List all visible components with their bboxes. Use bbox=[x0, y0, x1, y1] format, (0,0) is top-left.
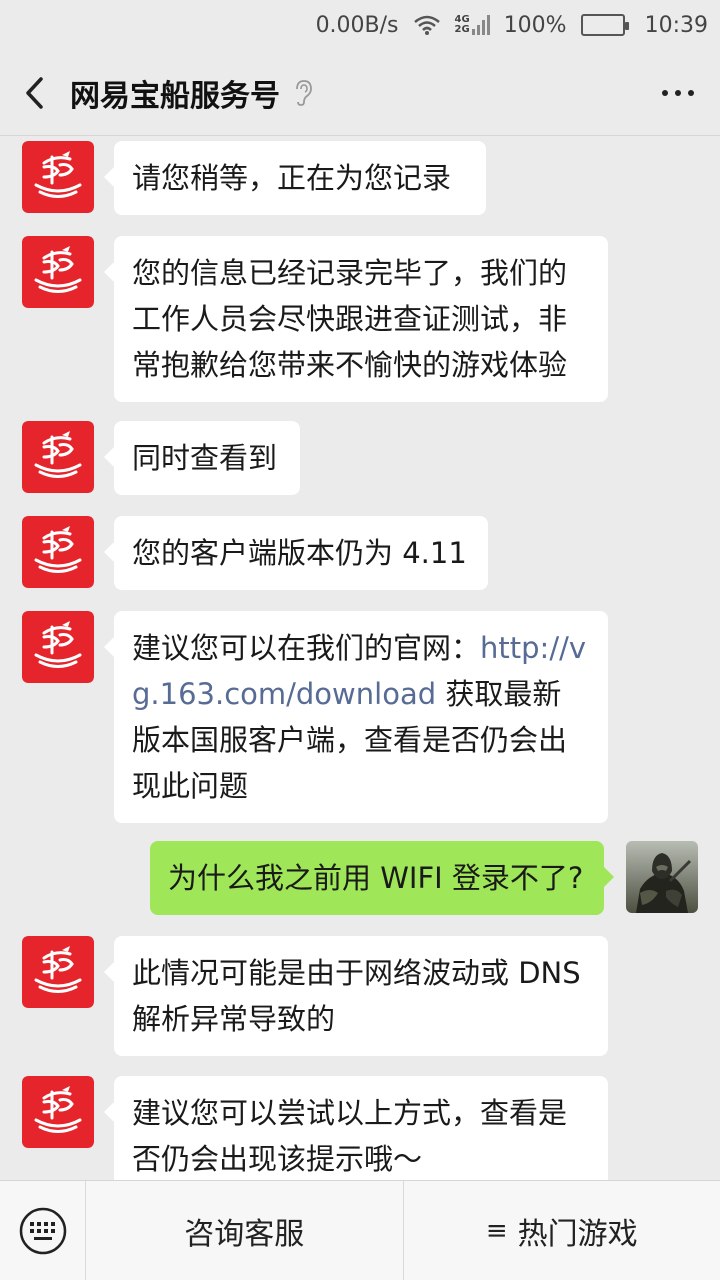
keyboard-icon bbox=[19, 1207, 66, 1254]
submenu-icon: ≡ bbox=[485, 1215, 508, 1246]
chat-header: 网易宝船服务号 bbox=[0, 50, 720, 136]
network-bottom-label: 2G bbox=[454, 24, 470, 35]
back-button[interactable] bbox=[0, 50, 70, 136]
message-text: 您的客户端版本仍为 4.11 bbox=[132, 536, 467, 570]
netease-boat-logo-icon bbox=[22, 1076, 94, 1148]
message-bubble[interactable]: 建议您可以尝试以上方式，查看是否仍会出现该提示哦～ bbox=[104, 1076, 608, 1180]
message-bubble[interactable]: 您的信息已经记录完毕了，我们的工作人员会尽快跟进查证测试，非常抱歉给您带来不愉快… bbox=[104, 236, 608, 402]
clock: 10:39 bbox=[644, 12, 708, 38]
more-options-button[interactable] bbox=[662, 50, 694, 136]
message-bubble[interactable]: 为什么我之前用 WIFI 登录不了? bbox=[150, 841, 614, 915]
service-avatar[interactable] bbox=[22, 936, 94, 1008]
message-bubble[interactable]: 请您稍等，正在为您记录 bbox=[104, 141, 486, 215]
message-text: 您的信息已经记录完毕了，我们的工作人员会尽快跟进查证测试，非常抱歉给您带来不愉快… bbox=[132, 256, 568, 382]
message-bubble[interactable]: 您的客户端版本仍为 4.11 bbox=[104, 516, 488, 590]
message-text: 请您稍等，正在为您记录 bbox=[132, 161, 452, 195]
hot-games-menu[interactable]: ≡ 热门游戏 bbox=[404, 1181, 720, 1280]
netease-boat-logo-icon bbox=[22, 236, 94, 308]
service-avatar[interactable] bbox=[22, 1076, 94, 1148]
status-bar: 0.00B/s 4G 2G 100% 10:39 bbox=[0, 0, 720, 50]
user-avatar[interactable] bbox=[626, 841, 698, 913]
consult-service-menu[interactable]: 咨询客服 bbox=[86, 1180, 404, 1280]
battery-icon bbox=[580, 14, 629, 36]
message-bubble[interactable]: 此情况可能是由于网络波动或 DNS 解析异常导致的 bbox=[104, 936, 608, 1056]
message-text: 建议您可以尝试以上方式，查看是否仍会出现该提示哦～ bbox=[132, 1096, 568, 1176]
netease-boat-logo-icon bbox=[22, 421, 94, 493]
message-bubble[interactable]: 同时查看到 bbox=[104, 421, 300, 495]
service-menu-bar: 咨询客服 ≡ 热门游戏 bbox=[0, 1180, 720, 1280]
message-text: 为什么我之前用 WIFI 登录不了? bbox=[168, 861, 584, 895]
netease-boat-logo-icon bbox=[22, 611, 94, 683]
ear-icon[interactable] bbox=[292, 79, 314, 107]
page-title: 网易宝船服务号 bbox=[70, 78, 280, 114]
warrior-avatar-icon bbox=[626, 841, 698, 913]
more-dot-icon bbox=[675, 90, 681, 96]
keyboard-toggle-button[interactable] bbox=[0, 1180, 86, 1280]
message-text: 同时查看到 bbox=[132, 441, 278, 475]
message-text: 建议您可以在我们的官网： bbox=[132, 631, 481, 665]
service-avatar[interactable] bbox=[22, 141, 94, 213]
chevron-left-icon bbox=[26, 76, 43, 109]
message-bubble[interactable]: 建议您可以在我们的官网：http://vg.163.com/download 获… bbox=[104, 611, 608, 823]
more-dot-icon bbox=[688, 90, 694, 96]
netease-boat-logo-icon bbox=[22, 141, 94, 213]
message-text: 此情况可能是由于网络波动或 DNS 解析异常导致的 bbox=[132, 956, 581, 1036]
wifi-icon bbox=[413, 14, 441, 36]
cellular-signal-icon: 4G 2G bbox=[455, 15, 490, 35]
menu-label: 咨询客服 bbox=[184, 1216, 305, 1252]
netease-boat-logo-icon bbox=[22, 516, 94, 588]
battery-percent: 100% bbox=[503, 12, 567, 38]
service-avatar[interactable] bbox=[22, 236, 94, 308]
chat-messages[interactable]: 请您稍等，正在为您记录 您的信息已经记录完毕了，我们的工作人员会尽快跟进查证测试… bbox=[0, 137, 720, 1180]
menu-label: 热门游戏 bbox=[517, 1216, 638, 1252]
service-avatar[interactable] bbox=[22, 611, 94, 683]
more-dot-icon bbox=[662, 90, 668, 96]
service-avatar[interactable] bbox=[22, 421, 94, 493]
service-avatar[interactable] bbox=[22, 516, 94, 588]
network-speed: 0.00B/s bbox=[315, 12, 399, 38]
netease-boat-logo-icon bbox=[22, 936, 94, 1008]
